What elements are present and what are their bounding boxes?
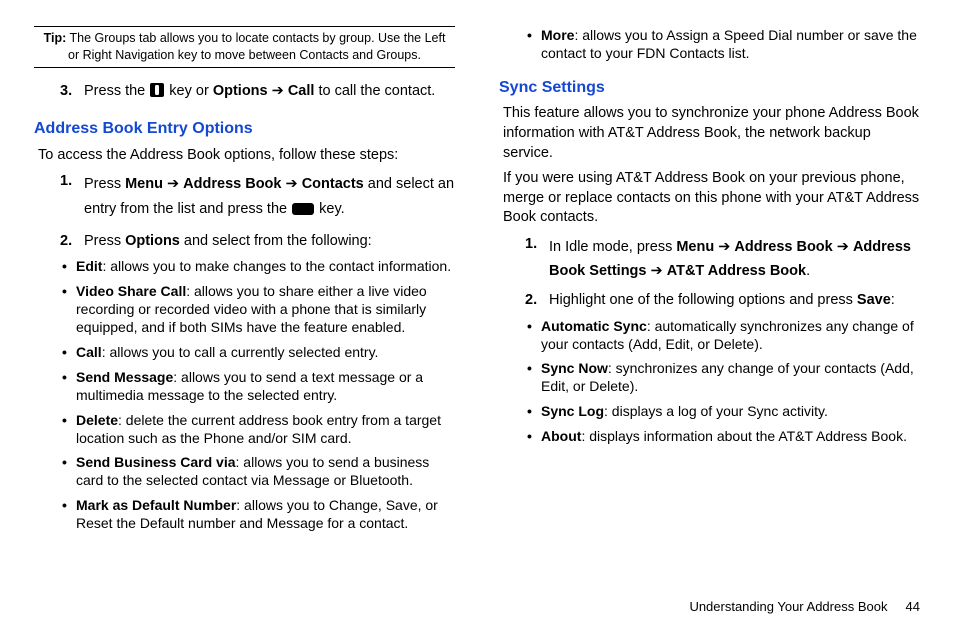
paragraph: This feature allows you to synchronize y… (503, 104, 920, 163)
right-column: •More: allows you to Assign a Speed Dial… (499, 20, 920, 540)
list-item: •Mark as Default Number: allows you to C… (62, 497, 455, 533)
tip-text: The Groups tab allows you to locate cont… (68, 31, 445, 62)
arrow: ➔ (646, 263, 666, 279)
step-number: 1. (525, 235, 549, 284)
left-column: Tip: The Groups tab allows you to locate… (34, 20, 455, 540)
continued-bullets: •More: allows you to Assign a Speed Dial… (527, 27, 920, 63)
step-number: 2. (60, 232, 84, 252)
list-item: •Edit: allows you to make changes to the… (62, 258, 455, 276)
arrow: ➔ (163, 176, 183, 192)
address-book-label: Address Book (183, 176, 281, 192)
paragraph: If you were using AT&T Address Book on y… (503, 169, 920, 228)
bullet-title: Send Business Card via (76, 454, 236, 470)
bullet-desc: : delete the current address book entry … (76, 412, 441, 446)
text: and select from the following: (180, 233, 372, 249)
tip-box: Tip: The Groups tab allows you to locate… (34, 26, 455, 68)
list-item: •About: displays information about the A… (527, 428, 920, 446)
bullet-title: Sync Log (541, 403, 604, 419)
page-number: 44 (906, 599, 920, 614)
ok-key-icon (291, 200, 315, 225)
text: to call the contact. (314, 83, 435, 99)
text: : (891, 292, 895, 308)
options-label: Options (213, 83, 268, 99)
contacts-label: Contacts (302, 176, 364, 192)
step-1: 1. Press Menu ➔ Address Book ➔ Contacts … (60, 172, 455, 224)
step-number: 1. (60, 172, 84, 224)
bullet-desc: : displays information about the AT&T Ad… (581, 428, 907, 444)
step-1: 1. In Idle mode, press Menu ➔ Address Bo… (525, 235, 920, 284)
step-body: Press Menu ➔ Address Book ➔ Contacts and… (84, 172, 455, 224)
arrow: ➔ (268, 83, 288, 99)
list-item: •Automatic Sync: automatically synchroni… (527, 318, 920, 354)
text: Highlight one of the following options a… (549, 292, 857, 308)
address-book-label: Address Book (734, 239, 832, 255)
list-item: •Delete: delete the current address book… (62, 412, 455, 448)
bullet-title: Delete (76, 412, 118, 428)
page-footer: Understanding Your Address Book 44 (689, 598, 920, 616)
heading-sync-settings: Sync Settings (499, 77, 920, 99)
bullet-desc: : allows you to make changes to the cont… (102, 258, 451, 274)
bullet-desc: : allows you to call a currently selecte… (102, 344, 379, 360)
options-label: Options (125, 233, 180, 249)
bullet-title: Mark as Default Number (76, 497, 236, 513)
att-address-book-label: AT&T Address Book (667, 263, 806, 279)
step-body: In Idle mode, press Menu ➔ Address Book … (549, 235, 920, 284)
bullet-title: More (541, 27, 574, 43)
step-2: 2. Highlight one of the following option… (525, 291, 920, 311)
bullet-desc: : displays a log of your Sync activity. (604, 403, 828, 419)
text: Press the (84, 83, 149, 99)
step-body: Press Options and select from the follow… (84, 232, 455, 252)
heading-address-book-entry-options: Address Book Entry Options (34, 118, 455, 140)
footer-text: Understanding Your Address Book (689, 599, 887, 614)
bullet-title: Call (76, 344, 102, 360)
step-body: Press the key or Options ➔ Call to call … (84, 82, 455, 105)
list-item: •Sync Now: synchronizes any change of yo… (527, 360, 920, 396)
text: Press (84, 233, 125, 249)
call-label: Call (288, 83, 315, 99)
arrow: ➔ (833, 239, 853, 255)
arrow: ➔ (281, 176, 301, 192)
text: key or (165, 83, 213, 99)
menu-label: Menu (676, 239, 714, 255)
list-item: •Video Share Call: allows you to share e… (62, 283, 455, 337)
bullet-title: Automatic Sync (541, 318, 647, 334)
list-item: •Sync Log: displays a log of your Sync a… (527, 403, 920, 421)
step-3: 3. Press the key or Options ➔ Call to ca… (60, 82, 455, 105)
bullet-title: Sync Now (541, 360, 608, 376)
bullet-title: Video Share Call (76, 283, 186, 299)
bullet-title: Send Message (76, 369, 173, 385)
save-label: Save (857, 292, 891, 308)
step-body: Highlight one of the following options a… (549, 291, 920, 311)
bullet-title: Edit (76, 258, 102, 274)
menu-label: Menu (125, 176, 163, 192)
text: . (806, 263, 810, 279)
bullet-desc: : allows you to Assign a Speed Dial numb… (541, 27, 917, 61)
tip-label: Tip: (44, 31, 67, 45)
arrow: ➔ (714, 239, 734, 255)
list-item: •More: allows you to Assign a Speed Dial… (527, 27, 920, 63)
intro-text: To access the Address Book options, foll… (38, 146, 455, 166)
text: In Idle mode, press (549, 239, 676, 255)
bullet-title: About (541, 428, 581, 444)
text: Press (84, 176, 125, 192)
step-2: 2. Press Options and select from the fol… (60, 232, 455, 252)
options-bullets: •Edit: allows you to make changes to the… (62, 258, 455, 533)
center-key-icon (149, 82, 165, 105)
sync-bullets: •Automatic Sync: automatically synchroni… (527, 318, 920, 446)
text: key. (315, 201, 345, 217)
list-item: •Send Message: allows you to send a text… (62, 369, 455, 405)
step-number: 3. (60, 82, 84, 105)
step-number: 2. (525, 291, 549, 311)
list-item: •Send Business Card via: allows you to s… (62, 454, 455, 490)
list-item: •Call: allows you to call a currently se… (62, 344, 455, 362)
